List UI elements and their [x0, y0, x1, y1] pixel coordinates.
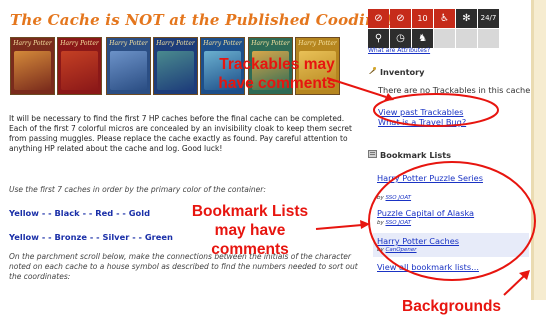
- backgrounds-arrow: [503, 275, 525, 296]
- bookmarks-arrow: [315, 224, 363, 230]
- backgrounds-annotation: Backgrounds: [402, 298, 502, 315]
- bookmarks-highlight-ellipse: [368, 161, 536, 281]
- trackables-highlight-ellipse: [373, 93, 499, 127]
- bookmarks-annotation: Bookmark Lists may have comments: [191, 203, 309, 258]
- cache-page: The Cache is NOT at the Published Coodin…: [0, 0, 546, 318]
- annotation-overlay: [315, 77, 536, 296]
- trackables-annotation: Trackables may have comments: [218, 56, 336, 92]
